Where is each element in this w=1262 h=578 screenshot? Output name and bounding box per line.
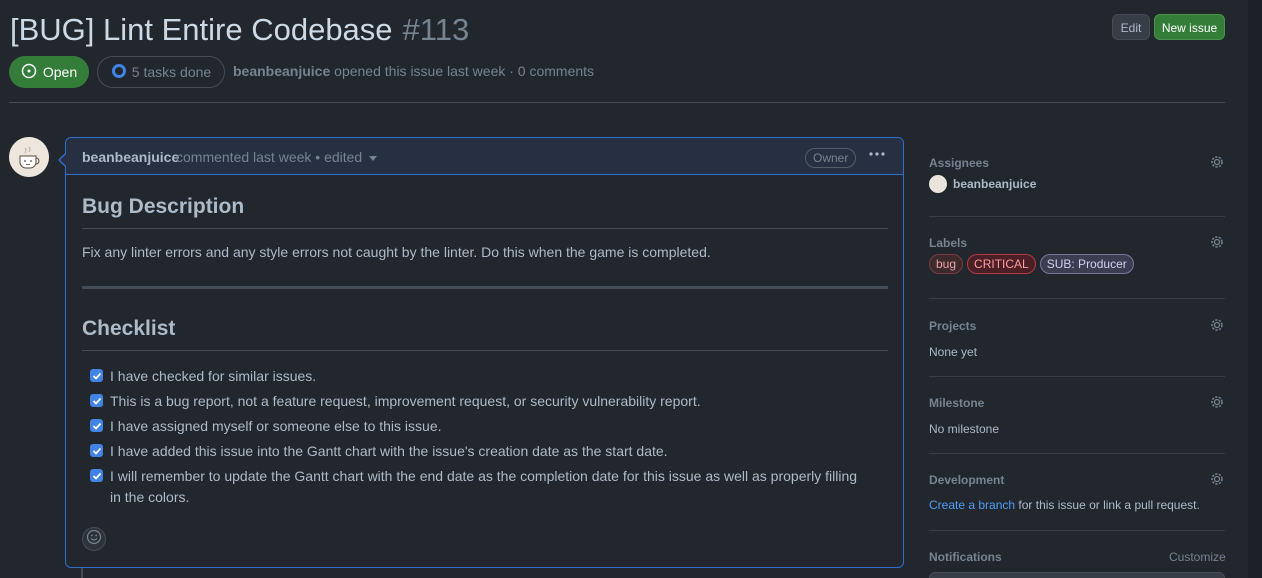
checkbox-checked-icon[interactable] <box>90 469 103 482</box>
milestone-value: No milestone <box>929 422 1000 436</box>
state-badge: Open <box>9 56 89 88</box>
edit-button[interactable]: Edit <box>1112 14 1150 40</box>
section-divider <box>82 286 888 289</box>
issue-title: [BUG] Lint Entire Codebase #113 <box>10 10 469 50</box>
subscribe-button[interactable] <box>929 572 1225 578</box>
heading-checklist: Checklist <box>82 316 888 351</box>
task-list: I have checked for similar issues. This … <box>90 366 870 512</box>
checkbox-checked-icon[interactable] <box>90 369 103 382</box>
caret-down-icon[interactable] <box>369 156 377 161</box>
sidebar-title-development: Development <box>929 473 1005 487</box>
sidebar-divider <box>929 530 1225 531</box>
header-divider <box>9 102 1225 103</box>
checkbox-checked-icon[interactable] <box>90 394 103 407</box>
gear-icon[interactable] <box>1209 394 1225 410</box>
avatar[interactable] <box>9 137 49 177</box>
task-text: This is a bug report, not a feature requ… <box>110 393 701 409</box>
gear-icon[interactable] <box>1209 154 1225 170</box>
sidebar-title-assignees: Assignees <box>929 156 990 170</box>
gear-icon[interactable] <box>1209 234 1225 250</box>
sidebar-divider <box>929 376 1225 377</box>
tasks-label: 5 tasks done <box>131 64 212 80</box>
issue-title-text: [BUG] Lint Entire Codebase <box>10 12 393 47</box>
sidebar-title-labels: Labels <box>929 236 968 250</box>
state-label: Open <box>42 64 78 80</box>
add-reaction-button[interactable] <box>82 527 106 551</box>
gear-icon[interactable] <box>1209 317 1225 333</box>
task-text: I will remember to update the Gantt char… <box>110 468 858 505</box>
sidebar-title-notifications: Notifications <box>929 550 1002 564</box>
smiley-icon <box>86 529 102 550</box>
label-critical[interactable]: CRITICAL <box>967 254 1036 274</box>
comment-meta[interactable]: commented last week • edited <box>176 149 362 165</box>
label-bug[interactable]: bug <box>929 254 964 274</box>
task-list-item: I have added this issue into the Gantt c… <box>90 441 870 462</box>
avatar <box>929 175 947 193</box>
sidebar-title-projects: Projects <box>929 319 977 333</box>
gear-icon[interactable] <box>1209 471 1225 487</box>
projects-value: None yet <box>929 345 978 359</box>
task-text: I have assigned myself or someone else t… <box>110 418 442 434</box>
issue-page: [BUG] Lint Entire Codebase #113 Edit New … <box>0 0 1262 578</box>
customize-link[interactable]: Customize <box>1169 550 1226 564</box>
task-list-item: I have assigned myself or someone else t… <box>90 416 870 437</box>
comment-arrow-inner <box>60 153 67 167</box>
timeline-line <box>81 568 83 578</box>
issue-meta-text: opened this issue last week · 0 comments <box>330 63 595 79</box>
development-rest-text: for this issue or link a pull request. <box>1015 498 1200 512</box>
tasks-progress-badge[interactable]: 5 tasks done <box>97 56 225 88</box>
task-list-item: I have checked for similar issues. <box>90 366 870 387</box>
sidebar-divider <box>929 453 1225 454</box>
task-list-item: I will remember to update the Gantt char… <box>90 466 870 508</box>
task-text: I have added this issue into the Gantt c… <box>110 443 668 459</box>
checkbox-checked-icon[interactable] <box>90 444 103 457</box>
assignee-item[interactable]: beanbeanjuice <box>929 175 1036 193</box>
sidebar-divider <box>929 216 1225 217</box>
sidebar-divider <box>929 298 1225 299</box>
issue-meta: beanbeanjuice opened this issue last wee… <box>233 63 594 79</box>
comment-author-link[interactable]: beanbeanjuice <box>82 149 179 165</box>
progress-circle-icon <box>111 63 127 82</box>
heading-bug-description: Bug Description <box>82 194 888 229</box>
task-list-item: This is a bug report, not a feature requ… <box>90 391 870 412</box>
create-branch-link[interactable]: Create a branch <box>929 498 1015 512</box>
kebab-icon[interactable] <box>866 146 888 166</box>
issue-author-link[interactable]: beanbeanjuice <box>233 63 330 79</box>
development-text: Create a branch for this issue or link a… <box>929 498 1200 512</box>
new-issue-button[interactable]: New issue <box>1154 14 1225 40</box>
label-list: bug CRITICAL SUB: Producer <box>929 254 1134 274</box>
issue-opened-icon <box>21 63 37 82</box>
issue-number: #113 <box>402 12 470 47</box>
bug-description-text: Fix any linter errors and any style erro… <box>82 244 711 260</box>
owner-badge: Owner <box>805 148 857 168</box>
comment-header: beanbeanjuice commented last week • edit… <box>66 138 903 175</box>
issue-comment: beanbeanjuice commented last week • edit… <box>65 137 904 568</box>
sidebar-title-milestone: Milestone <box>929 396 985 410</box>
checkbox-checked-icon[interactable] <box>90 419 103 432</box>
assignee-name: beanbeanjuice <box>953 177 1037 191</box>
scrollbar-track[interactable] <box>1248 0 1262 578</box>
task-text: I have checked for similar issues. <box>110 368 317 384</box>
label-sub-producer[interactable]: SUB: Producer <box>1039 254 1134 274</box>
